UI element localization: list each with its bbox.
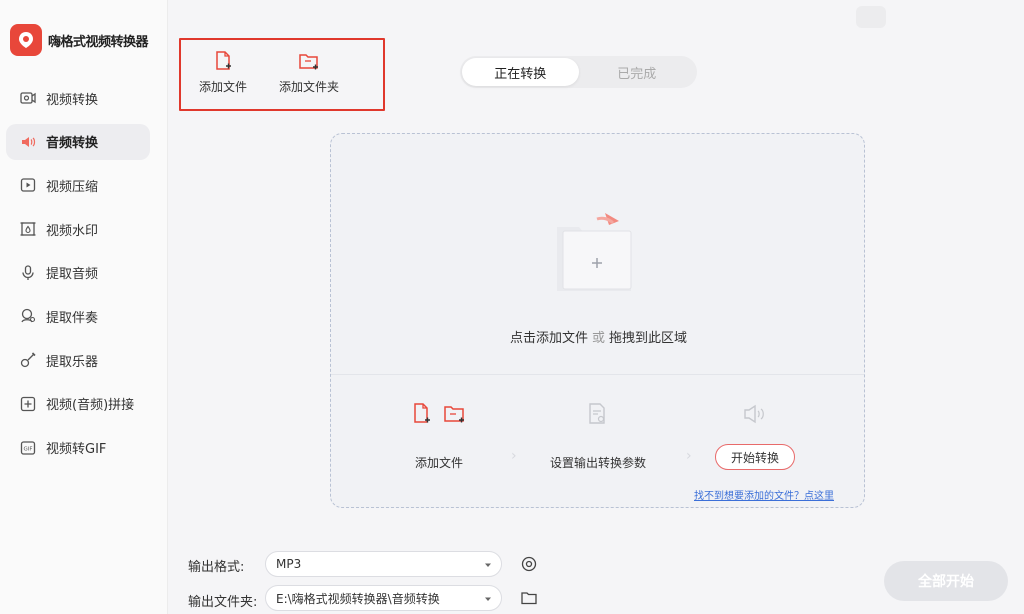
sidebar-item-extract-instrument[interactable]: 提取乐器 bbox=[6, 342, 150, 378]
add-file-button[interactable]: 添加文件 bbox=[199, 50, 247, 95]
convert-all-button[interactable]: 全部开始 bbox=[884, 561, 1008, 601]
chevron-down-icon bbox=[483, 560, 493, 570]
brand: 嗨格式视频转换器 bbox=[10, 24, 149, 56]
video-convert-icon bbox=[18, 88, 38, 108]
step-add-file bbox=[411, 402, 467, 426]
output-folder-select[interactable]: E:\嗨格式视频转换器\音频转换 bbox=[265, 585, 502, 611]
drop-zone[interactable]: 点击添加文件或拖拽到此区域 添加文件 › 设置输出转换参数 › 开始转换 找不到… bbox=[330, 133, 865, 508]
sidebar-item-gif[interactable]: GIF 视频转GIF bbox=[6, 430, 150, 466]
sidebar-item-extract-accompaniment[interactable]: 提取伴奏 bbox=[6, 298, 150, 334]
audio-convert-icon bbox=[18, 132, 38, 152]
sidebar-item-audio-convert[interactable]: 音频转换 bbox=[6, 123, 150, 160]
output-folder-value: E:\嗨格式视频转换器\音频转换 bbox=[276, 591, 440, 606]
add-folder-label: 添加文件夹 bbox=[279, 80, 340, 94]
sidebar-item-video-compress[interactable]: 视频压缩 bbox=[6, 167, 150, 203]
add-file-label: 添加文件 bbox=[199, 80, 248, 94]
sidebar-item-label: 提取乐器 bbox=[46, 354, 99, 370]
status-tabs: 正在转换 已完成 bbox=[460, 56, 697, 88]
sidebar-item-extract-audio[interactable]: 提取音频 bbox=[6, 255, 150, 291]
extract-instrument-icon bbox=[18, 350, 38, 370]
chevron-down-icon bbox=[483, 594, 493, 604]
output-format-value: MP3 bbox=[276, 557, 302, 571]
start-convert-button[interactable]: 开始转换 bbox=[715, 444, 795, 470]
gif-icon: GIF bbox=[18, 438, 38, 458]
app-logo-icon bbox=[10, 24, 42, 56]
extract-accompaniment-icon bbox=[18, 306, 38, 326]
sidebar-nav: 视频转换 音频转换 视频压缩 视频水印 提取音频 提取伴奏 提取乐器 视频(音频… bbox=[0, 80, 168, 473]
open-folder-icon[interactable] bbox=[520, 589, 538, 607]
sidebar-item-label: 提取伴奏 bbox=[46, 310, 99, 326]
format-settings-icon[interactable] bbox=[520, 555, 538, 573]
add-file-icon bbox=[212, 50, 234, 72]
tab-converting[interactable]: 正在转换 bbox=[462, 58, 579, 86]
sidebar-item-label: 视频转换 bbox=[46, 92, 99, 108]
step-start bbox=[741, 402, 769, 426]
tab-done[interactable]: 已完成 bbox=[579, 58, 696, 86]
sidebar-item-label: 视频压缩 bbox=[46, 179, 99, 195]
add-folder-button[interactable]: 添加文件夹 bbox=[279, 50, 339, 95]
output-format-select[interactable]: MP3 bbox=[265, 551, 502, 577]
settings-doc-icon bbox=[585, 402, 609, 426]
sidebar-item-splice[interactable]: 视频(音频)拼接 bbox=[6, 386, 150, 422]
window-control bbox=[856, 6, 886, 28]
step-add-file-label: 添加文件 bbox=[415, 456, 464, 470]
sidebar-item-label: 提取音频 bbox=[46, 267, 99, 283]
file-icon bbox=[411, 402, 433, 426]
drop-hint-drag: 拖拽到此区域 bbox=[609, 331, 688, 346]
sidebar-item-video-convert[interactable]: 视频转换 bbox=[6, 80, 150, 116]
help-link[interactable]: 找不到想要添加的文件？点这里 bbox=[694, 487, 834, 502]
step-settings bbox=[585, 402, 609, 426]
sidebar-item-label: 视频(音频)拼接 bbox=[46, 398, 135, 414]
step-settings-label: 设置输出转换参数 bbox=[550, 456, 647, 470]
sidebar-item-label: 视频水印 bbox=[46, 223, 99, 239]
audio-convert-icon bbox=[741, 402, 769, 426]
folder-add-icon[interactable] bbox=[553, 209, 643, 299]
sidebar-item-label: 音频转换 bbox=[46, 136, 99, 152]
sidebar-item-video-watermark[interactable]: 视频水印 bbox=[6, 211, 150, 247]
sidebar-item-label: 视频转GIF bbox=[46, 442, 107, 457]
video-compress-icon bbox=[18, 175, 38, 195]
video-watermark-icon bbox=[18, 219, 38, 239]
drop-hint: 点击添加文件或拖拽到此区域 bbox=[331, 327, 866, 346]
svg-text:GIF: GIF bbox=[23, 446, 32, 452]
add-folder-icon bbox=[298, 50, 320, 72]
drop-hint-or: 或 bbox=[591, 331, 605, 346]
sidebar: 嗨格式视频转换器 视频转换 音频转换 视频压缩 视频水印 提取音频 提取伴奏 提… bbox=[0, 0, 168, 614]
splice-icon bbox=[18, 394, 38, 414]
output-folder-label: 输出文件夹: bbox=[188, 595, 258, 610]
step-arrow-icon: › bbox=[686, 448, 692, 464]
drop-divider bbox=[331, 374, 864, 375]
drop-hint-click[interactable]: 点击添加文件 bbox=[510, 331, 588, 346]
app-title: 嗨格式视频转换器 bbox=[48, 34, 149, 50]
extract-audio-icon bbox=[18, 263, 38, 283]
step-arrow-icon: › bbox=[511, 448, 517, 464]
output-format-label: 输出格式: bbox=[188, 560, 245, 575]
folder-icon bbox=[443, 402, 467, 426]
